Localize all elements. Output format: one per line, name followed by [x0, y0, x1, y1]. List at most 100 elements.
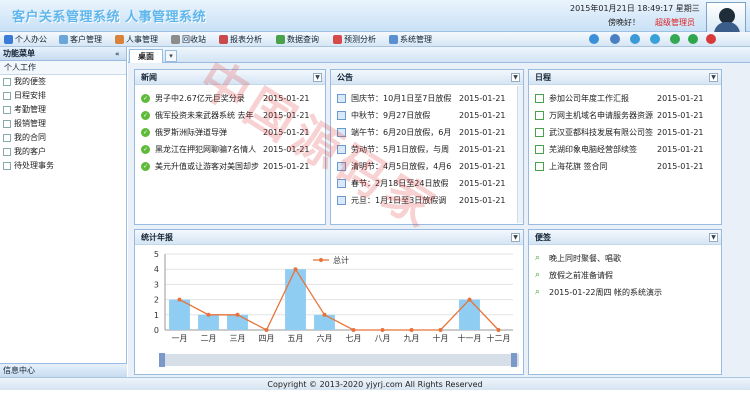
- chevron-down-icon[interactable]: ▼: [511, 73, 520, 82]
- menu-item[interactable]: 客户管理: [58, 33, 102, 46]
- sidebar-footer[interactable]: 信息中心: [0, 363, 127, 377]
- notice-item-date: 2015-01-21: [459, 196, 506, 205]
- page-bottom: [0, 390, 750, 420]
- news-item-text: 黑龙江在押犯网聊骗7名情人: [155, 145, 257, 154]
- notice-scrollbar[interactable]: [517, 86, 523, 223]
- notice-item-date: 2015-01-21: [459, 128, 506, 137]
- check-icon: ✓: [141, 94, 150, 103]
- sidebar-header: 功能菜单 «: [0, 47, 126, 61]
- stats-title: 统计年报: [141, 233, 173, 242]
- sidebar-section[interactable]: 个人工作: [0, 61, 126, 75]
- sidebar-item[interactable]: 我的客户: [0, 145, 126, 159]
- y-tick-label: 0: [154, 326, 159, 335]
- notice-item-text: 中秋节：9月27日放假: [351, 111, 431, 120]
- chevron-down-icon[interactable]: ▼: [511, 233, 520, 242]
- user-role[interactable]: 超级管理员: [655, 17, 695, 28]
- news-item-text: 俄罗斯洲际弹道导弹: [155, 128, 227, 137]
- person-icon: [4, 35, 13, 44]
- news-item-date: 2015-01-21: [263, 128, 310, 137]
- notice-item-text: 国庆节：10月1日至7日放假: [351, 94, 452, 103]
- memo-item-text: 放假之前准备请假: [549, 271, 613, 280]
- grid-icon: [535, 162, 544, 171]
- notice-panel: 公告 ▼ 国庆节：10月1日至7日放假 2015-01-21 中秋节：9月27日放假 2…: [330, 69, 524, 225]
- x-tick-label: 一月: [172, 334, 188, 343]
- news-item-date: 2015-01-21: [263, 94, 310, 103]
- paperclip-icon: ⌕: [535, 287, 541, 297]
- collapse-icon[interactable]: «: [115, 50, 123, 58]
- query-icon: [276, 35, 285, 44]
- check-icon: ✓: [141, 128, 150, 137]
- notice-item-date: 2015-01-21: [459, 179, 506, 188]
- news-item-date: 2015-01-21: [263, 162, 310, 171]
- memo-item-text: 晚上同时聚餐、唱歌: [549, 254, 621, 263]
- refresh-icon[interactable]: [670, 34, 680, 44]
- forecast-icon: [333, 35, 342, 44]
- bar: [227, 314, 248, 330]
- logout-icon[interactable]: [706, 34, 716, 44]
- document-icon: [337, 145, 346, 154]
- notice-title: 公告: [337, 73, 353, 82]
- chevron-down-icon[interactable]: ▼: [709, 233, 718, 242]
- document-icon: [3, 78, 11, 86]
- home-icon[interactable]: [589, 34, 599, 44]
- news-item-text: 男子中2.67亿元巨奖分录: [155, 94, 245, 103]
- schedule-item-text: 上海花旗 签合同: [549, 162, 608, 171]
- data-point: [409, 328, 414, 332]
- y-tick-label: 4: [154, 265, 159, 274]
- legend-label: 总计: [333, 255, 349, 265]
- tab-desktop[interactable]: 桌面: [129, 49, 163, 63]
- chevron-down-icon[interactable]: ▼: [709, 73, 718, 82]
- hr-icon: [115, 35, 124, 44]
- news-item-text: 美元升值或让游客对美国却步: [155, 162, 259, 171]
- sidebar-item-label: 日程安排: [14, 91, 46, 100]
- sidebar-item[interactable]: 日程安排: [0, 89, 126, 103]
- schedule-item-text: 芜湖印象电脑经营部续签: [549, 145, 637, 154]
- notice-item-text: 春节：2月18日至24日放假: [351, 179, 449, 188]
- system-icon: [389, 35, 398, 44]
- annual-stats-chart: 0 1 2 3 4 5 一月 二月 三月 四月 五月 六月 七月 八月 九月 十月 十一月 十二月 总计: [154, 250, 519, 367]
- sidebar-title: 功能菜单: [3, 49, 35, 58]
- menu-item[interactable]: 预测分析: [332, 33, 376, 46]
- sidebar-items: 我的便签日程安排考勤管理 报销管理 我的合同 我的客户待处理事务: [0, 75, 126, 173]
- menu-item[interactable]: 人事管理: [114, 33, 158, 46]
- menu-item[interactable]: 数据查询: [275, 33, 319, 46]
- document-icon: [337, 111, 346, 120]
- schedule-panel: 日程 ▼ 参加公司年度工作汇报 2015-01-21 万网主机域名申请服务器资源 201…: [528, 69, 722, 225]
- x-tick-label: 九月: [404, 334, 420, 343]
- sidebar-item[interactable]: 考勤管理: [0, 103, 126, 117]
- menu-item-label: 人事管理: [126, 35, 158, 44]
- menu-item[interactable]: 回收站: [170, 33, 206, 46]
- page-footer: Copyright © 2013-2020 yjyrj.com All Righ…: [0, 377, 750, 390]
- bar: [198, 314, 219, 330]
- sidebar-item[interactable]: 我的合同: [0, 131, 126, 145]
- range-slider-right-handle[interactable]: [511, 353, 517, 367]
- menu-item[interactable]: 系统管理: [388, 33, 432, 46]
- menu-item-label: 回收站: [182, 35, 206, 44]
- sidebar-item[interactable]: 报销管理: [0, 117, 126, 131]
- chat-icon[interactable]: [688, 34, 698, 44]
- range-slider-track[interactable]: [159, 354, 519, 366]
- grid-icon: [535, 111, 544, 120]
- sidebar-item-label: 待处理事务: [14, 161, 54, 170]
- sidebar-item[interactable]: 待处理事务: [0, 159, 126, 173]
- news-header: 新闻 ▼: [135, 70, 325, 85]
- paperclip-icon: ⌕: [535, 270, 541, 280]
- data-point: [380, 328, 385, 332]
- document-icon: [337, 196, 346, 205]
- schedule-item-date: 2015-01-21: [657, 162, 704, 171]
- x-tick-label: 四月: [259, 334, 275, 343]
- sidebar-item[interactable]: 我的便签: [0, 75, 126, 89]
- range-slider-left-handle[interactable]: [159, 353, 165, 367]
- settings-icon[interactable]: [630, 34, 640, 44]
- data-point: [235, 312, 240, 317]
- y-tick-label: 2: [154, 296, 159, 305]
- tab-list-icon[interactable]: ▾: [165, 50, 177, 62]
- x-tick-label: 八月: [375, 334, 391, 343]
- data-point: [467, 297, 472, 302]
- chevron-down-icon[interactable]: ▼: [313, 73, 322, 82]
- menu-item[interactable]: 报表分析: [218, 33, 262, 46]
- menu-item[interactable]: 个人办公: [3, 33, 47, 46]
- desktop-icon[interactable]: [610, 34, 620, 44]
- menu-item-label: 数据查询: [287, 35, 319, 44]
- help-icon[interactable]: [650, 34, 660, 44]
